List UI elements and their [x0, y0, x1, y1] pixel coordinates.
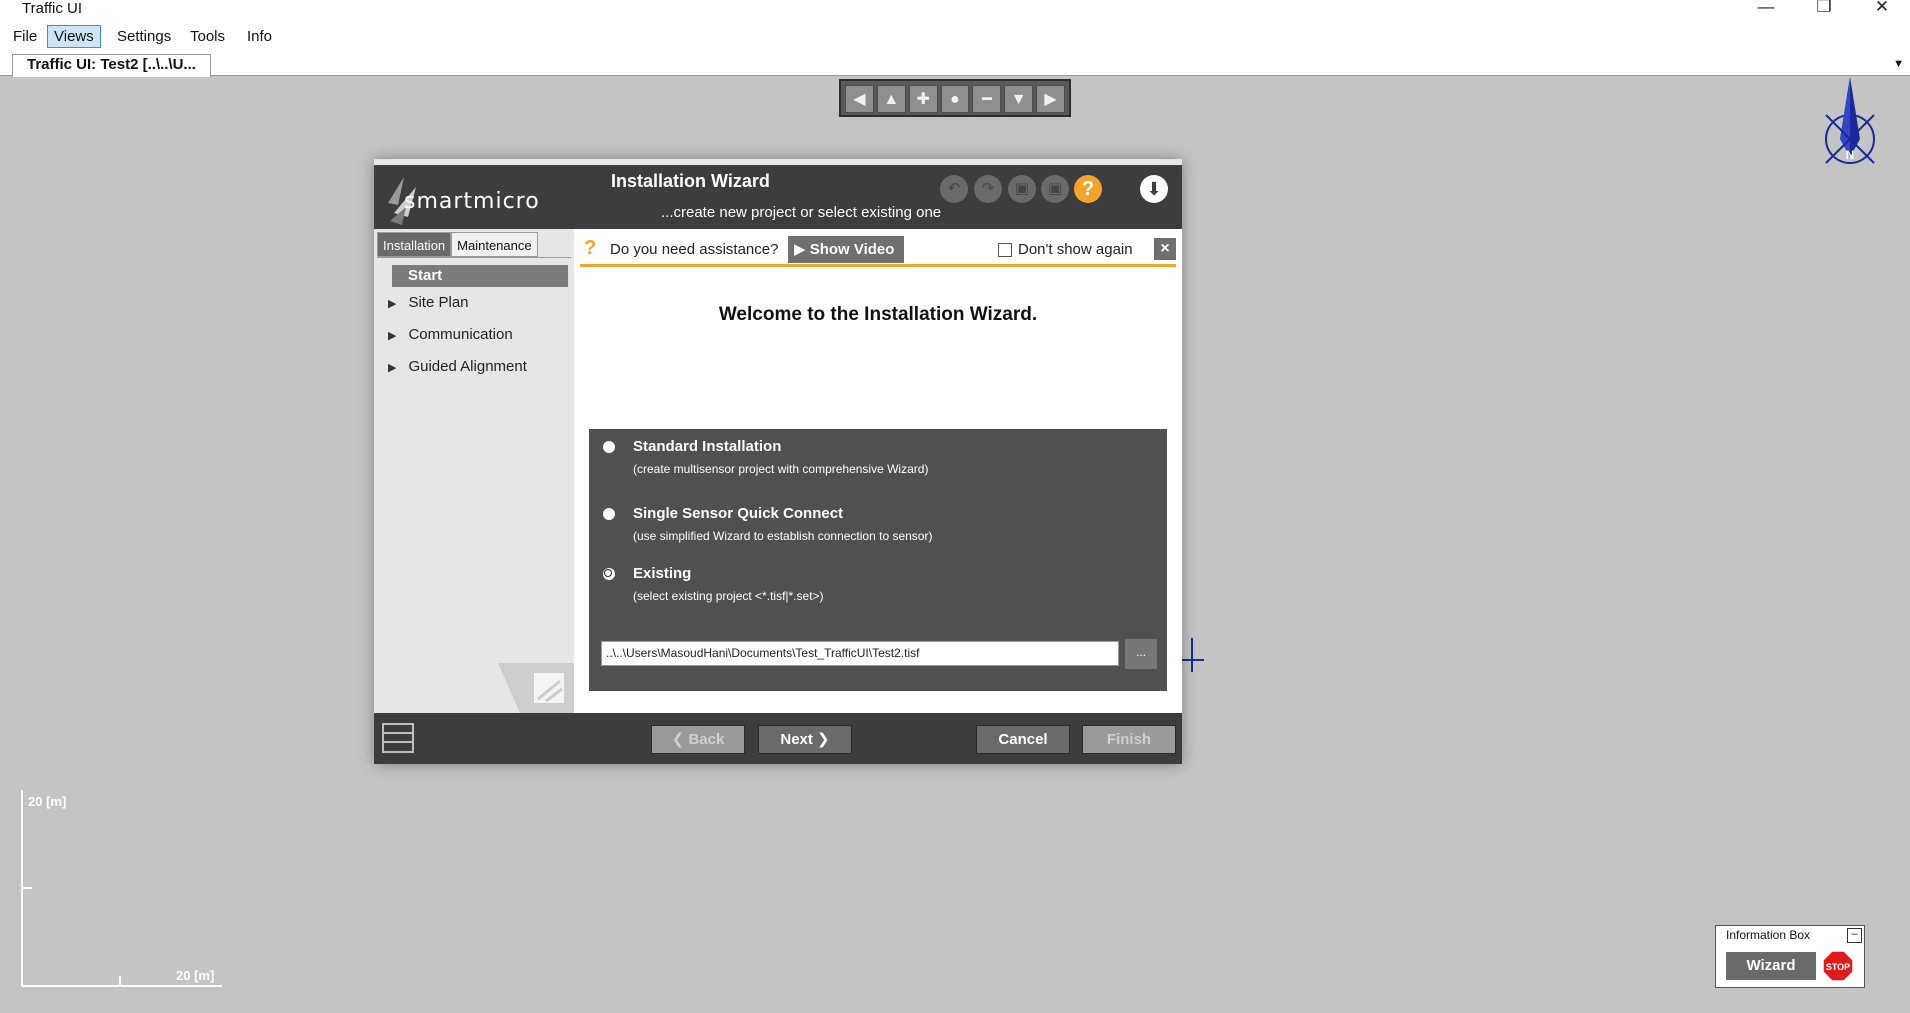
- menu-tools[interactable]: Tools: [183, 25, 232, 48]
- finish-button[interactable]: Finish: [1082, 725, 1176, 754]
- wizard-footer: ❮ Back Next ❯ Cancel Finish: [374, 713, 1182, 764]
- crosshair-marker: [1180, 638, 1204, 672]
- save-as-icon[interactable]: ▣: [1041, 175, 1069, 203]
- back-label: Back: [688, 731, 725, 748]
- radio-standard[interactable]: [603, 441, 615, 453]
- step-label: Site Plan: [408, 294, 469, 311]
- browse-button[interactable]: ...: [1125, 639, 1157, 669]
- menu-file[interactable]: File: [6, 25, 44, 48]
- back-button[interactable]: ❮ Back: [651, 725, 745, 754]
- zoom-in-button[interactable]: ✚: [908, 85, 938, 113]
- dont-show-label: Don't show again: [1018, 241, 1133, 258]
- project-path-input[interactable]: ..\..\Users\MasoudHani\Documents\Test_Tr…: [601, 641, 1119, 666]
- option-desc: (use simplified Wizard to establish conn…: [633, 529, 933, 543]
- compass-icon: N: [1825, 77, 1875, 164]
- scale-x-label: 20 [m]: [176, 968, 214, 983]
- document-tab-bar: Traffic UI: Test2 [..\..\U... ▼: [0, 52, 1910, 77]
- menu-icon[interactable]: [382, 723, 414, 753]
- step-label: Communication: [408, 326, 513, 343]
- menu-bar: File Views Settings Tools Info: [0, 18, 1910, 52]
- restore-button[interactable]: ❐: [1796, 0, 1852, 18]
- title-bar: Traffic UI — ❐ ✕: [0, 0, 1910, 18]
- option-title: Standard Installation: [633, 438, 782, 455]
- brand-name: smartmicro: [404, 189, 540, 214]
- compass-label: N: [1846, 148, 1855, 162]
- show-video-label: Show Video: [809, 241, 895, 258]
- step-guided-alignment[interactable]: ▶ Guided Alignment: [388, 358, 527, 375]
- document-tab[interactable]: Traffic UI: Test2 [..\..\U...: [12, 54, 211, 77]
- stop-icon[interactable]: STOP: [1822, 950, 1854, 982]
- scale-y-label: 20 [m]: [28, 794, 66, 809]
- wizard-side-panel: Installation Maintenance Start ▶ Site Pla…: [374, 229, 574, 713]
- next-button[interactable]: Next ❯: [758, 725, 852, 754]
- watermark-logo-icon: [498, 663, 574, 713]
- tab-divider: [377, 257, 571, 258]
- menu-info[interactable]: Info: [240, 25, 279, 48]
- step-label: Guided Alignment: [408, 358, 527, 375]
- option-title: Existing: [633, 565, 692, 582]
- tab-dropdown-icon[interactable]: ▼: [1893, 58, 1904, 70]
- menu-settings[interactable]: Settings: [110, 25, 178, 48]
- assistance-question: Do you need assistance?: [610, 241, 779, 258]
- app-title: Traffic UI: [22, 0, 83, 17]
- map-navigation-toolbar: ◀ ▲ ✚ ● ━ ▼ ▶: [839, 79, 1071, 117]
- expand-arrow-icon: ▶: [388, 330, 397, 342]
- assistance-bar: ? Do you need assistance? ▶ Show Video D…: [580, 233, 1176, 267]
- option-desc: (select existing project <*.tisf|*.set>): [633, 589, 824, 603]
- side-tabs: Installation Maintenance: [377, 232, 538, 257]
- question-icon: ?: [584, 237, 597, 259]
- close-assistance-button[interactable]: ×: [1154, 238, 1176, 260]
- infobox-wizard-button[interactable]: Wizard: [1726, 952, 1816, 980]
- scale-bar: 20 [m] 20 [m]: [21, 790, 222, 987]
- pan-right-button[interactable]: ▶: [1036, 85, 1066, 113]
- close-window-button[interactable]: ✕: [1854, 0, 1910, 18]
- wizard-subtitle: ...create new project or select existing…: [661, 204, 942, 221]
- step-start[interactable]: Start: [392, 265, 568, 287]
- infobox-title: Information Box: [1726, 928, 1811, 942]
- expand-arrow-icon: ▶: [388, 362, 397, 374]
- redo-icon[interactable]: ↷: [974, 175, 1002, 203]
- pan-down-button[interactable]: ▼: [1004, 85, 1034, 113]
- option-desc: (create multisensor project with compreh…: [633, 462, 929, 476]
- wizard-content: ? Do you need assistance? ▶ Show Video D…: [574, 229, 1182, 713]
- information-box: Information Box – Wizard STOP: [1715, 925, 1865, 988]
- stop-label: STOP: [1826, 962, 1850, 972]
- zoom-out-button[interactable]: ━: [972, 85, 1002, 113]
- welcome-heading: Welcome to the Installation Wizard.: [718, 304, 1038, 325]
- infobox-minimize-button[interactable]: –: [1847, 928, 1862, 943]
- cancel-button[interactable]: Cancel: [976, 725, 1070, 754]
- radio-existing[interactable]: [603, 568, 615, 580]
- radio-single-sensor[interactable]: [603, 508, 615, 520]
- checkbox-box[interactable]: [998, 242, 1012, 257]
- installation-wizard-dialog: smartmicro Installation Wizard ...create…: [374, 159, 1182, 764]
- pan-left-button[interactable]: ◀: [845, 85, 874, 113]
- wizard-title: Installation Wizard: [611, 171, 770, 191]
- collapse-icon[interactable]: ⬇: [1140, 175, 1168, 203]
- step-site-plan[interactable]: ▶ Site Plan: [388, 294, 469, 311]
- help-icon[interactable]: ?: [1074, 175, 1102, 203]
- center-view-button[interactable]: ●: [940, 85, 970, 113]
- wizard-header: smartmicro Installation Wizard ...create…: [374, 159, 1182, 229]
- tab-maintenance[interactable]: Maintenance: [451, 232, 538, 257]
- save-icon[interactable]: ▣: [1008, 175, 1036, 203]
- project-options-panel: Standard Installation (create multisenso…: [589, 429, 1167, 691]
- tab-installation[interactable]: Installation: [377, 232, 452, 257]
- menu-views[interactable]: Views: [47, 25, 101, 48]
- minimize-button[interactable]: —: [1738, 0, 1794, 18]
- option-title: Single Sensor Quick Connect: [633, 505, 844, 522]
- undo-icon[interactable]: ↶: [940, 175, 968, 203]
- next-label: Next: [780, 731, 813, 748]
- show-video-button[interactable]: ▶ Show Video: [788, 236, 905, 263]
- step-communication[interactable]: ▶ Communication: [388, 326, 513, 343]
- dont-show-again-checkbox[interactable]: Don't show again: [998, 241, 1133, 258]
- expand-arrow-icon: ▶: [388, 298, 397, 310]
- pan-up-button[interactable]: ▲: [876, 85, 906, 113]
